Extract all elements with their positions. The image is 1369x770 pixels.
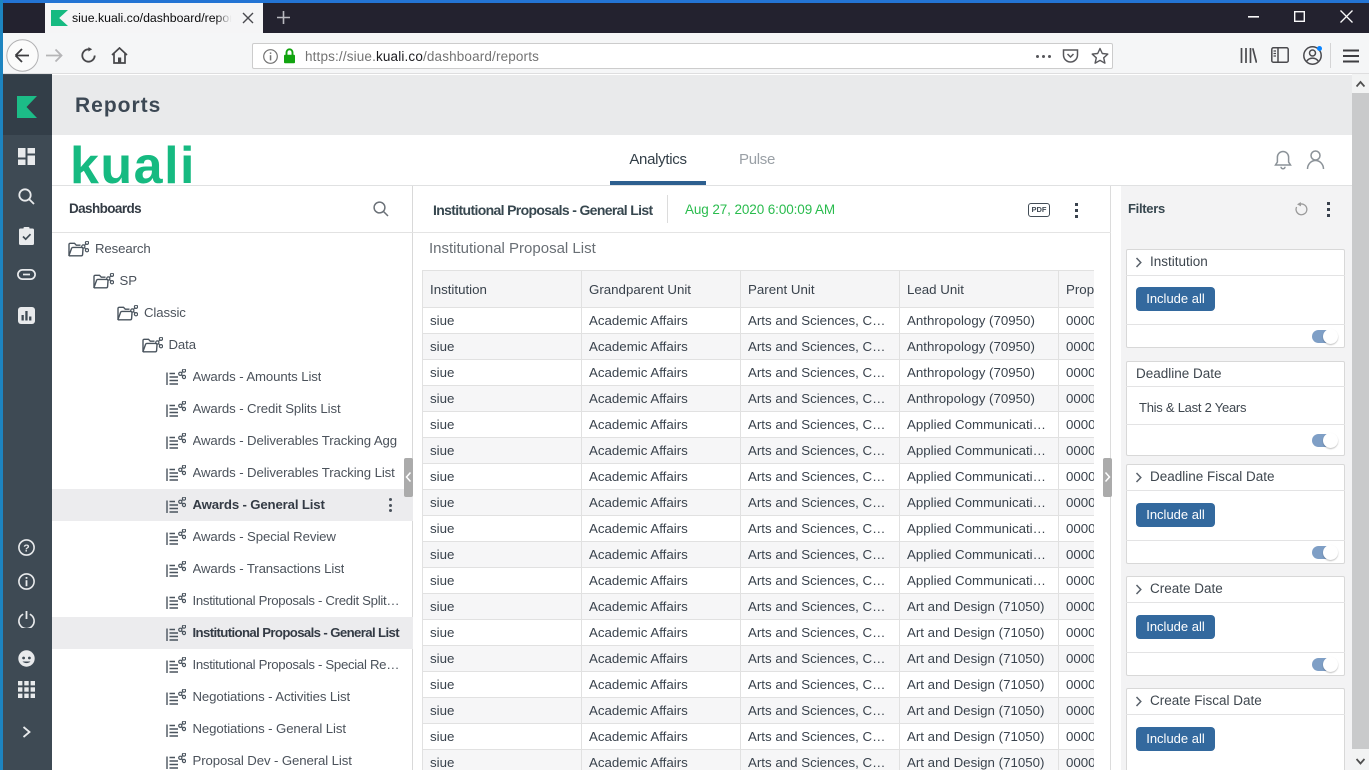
svg-text:?: ? <box>23 542 29 554</box>
